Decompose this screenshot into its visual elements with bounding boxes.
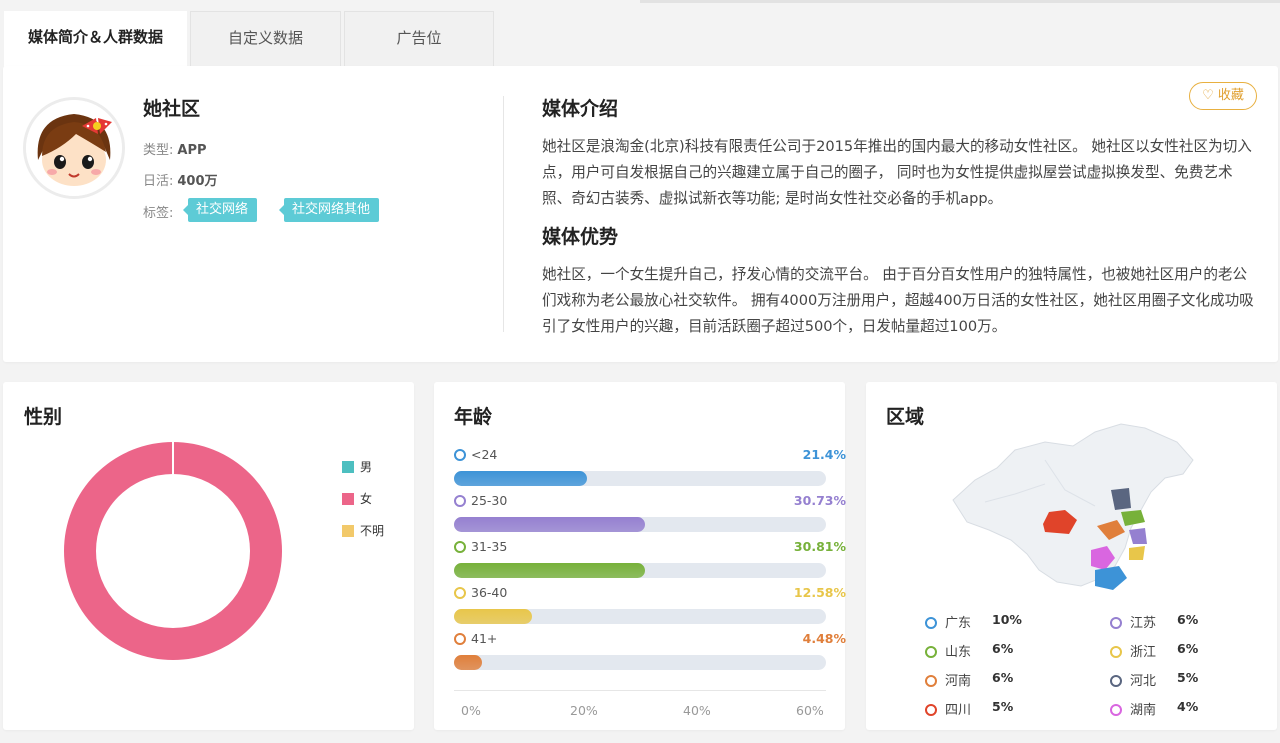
intro-text: 她社区是浪淘金(北京)科技有限责任公司于2015年推出的国内最大的移动女性社区。… (542, 138, 1252, 207)
age-label: 25-30 (454, 493, 507, 508)
circle-marker-icon (925, 675, 937, 687)
age-bar-track (454, 655, 826, 670)
advantage-title: 媒体优势 (542, 226, 619, 248)
region-legend-item[interactable]: 江苏 6% (1110, 612, 1198, 631)
vertical-divider (503, 96, 504, 332)
x-tick: 20% (570, 703, 598, 718)
legend-female[interactable]: 女 (342, 490, 372, 507)
region-legend-item[interactable]: 湖南 4% (1110, 699, 1198, 718)
region-jiangsu[interactable] (1129, 528, 1147, 544)
cartoon-girl-logo (26, 100, 122, 196)
age-bar[interactable] (454, 609, 532, 624)
circle-marker-icon (925, 617, 937, 629)
tab-media-profile[interactable]: 媒体简介＆人群数据 (4, 11, 187, 67)
age-bar[interactable] (454, 517, 645, 532)
age-bar[interactable] (454, 471, 587, 486)
media-name: 她社区 (143, 98, 201, 120)
region-legend-item[interactable]: 浙江 6% (1110, 641, 1198, 660)
age-title: 年龄 (454, 406, 493, 428)
region-shandong[interactable] (1121, 510, 1145, 526)
x-tick: 40% (683, 703, 711, 718)
china-map (952, 423, 1194, 590)
legend-swatch-unknown (342, 525, 354, 537)
age-value-label: 12.58% (793, 585, 846, 600)
age-card (434, 382, 845, 730)
advantage-text: 她社区，一个女生提升自己，抒发心情的交流平台。 由于百分百女性用户的独特属性，也… (542, 266, 1254, 335)
age-bar-track (454, 563, 826, 578)
circle-marker-icon (1110, 704, 1122, 716)
favorite-button[interactable]: ♡ 收藏 (1189, 82, 1257, 110)
age-label: 41+ (454, 631, 497, 646)
circle-marker-icon (454, 633, 466, 645)
legend-swatch-male (342, 461, 354, 473)
age-bar-track (454, 517, 826, 532)
circle-marker-icon (454, 541, 466, 553)
age-value-label: 21.4% (802, 447, 846, 462)
circle-marker-icon (925, 646, 937, 658)
tag-social-network-other[interactable]: 社交网络其他 (278, 198, 380, 222)
age-bar-track (454, 609, 826, 624)
circle-marker-icon (454, 449, 466, 461)
donut-slice[interactable] (64, 442, 282, 660)
top-divider (640, 0, 1280, 3)
circle-marker-icon (1110, 675, 1122, 687)
media-avatar (23, 97, 125, 199)
age-x-axis (454, 690, 826, 691)
region-legend-item[interactable]: 河北 5% (1110, 670, 1198, 689)
media-dau: 日活: 400万 (143, 174, 218, 189)
age-bar[interactable] (454, 655, 482, 670)
tags-label: 标签: (143, 206, 174, 221)
region-legend-item[interactable]: 四川 5% (925, 699, 1013, 718)
circle-marker-icon (454, 495, 466, 507)
region-guangdong[interactable] (1095, 566, 1127, 590)
age-label: 31-35 (454, 539, 507, 554)
region-legend-item[interactable]: 山东 6% (925, 641, 1013, 660)
x-tick: 0% (461, 703, 481, 718)
region-legend-item[interactable]: 广东 10% (925, 612, 1022, 631)
heart-icon: ♡ (1202, 88, 1214, 103)
age-value-label: 30.81% (793, 539, 846, 554)
legend-male[interactable]: 男 (342, 458, 372, 475)
age-label: <24 (454, 447, 497, 462)
age-value-label: 4.48% (802, 631, 846, 646)
legend-unknown[interactable]: 不明 (342, 522, 384, 539)
age-value-label: 30.73% (793, 493, 846, 508)
gender-title: 性别 (24, 406, 63, 428)
age-bar-track (454, 471, 826, 486)
circle-marker-icon (1110, 617, 1122, 629)
region-title: 区域 (886, 406, 925, 428)
tag-social-network[interactable]: 社交网络 (182, 198, 258, 222)
tab-custom-data[interactable]: 自定义数据 (190, 11, 341, 66)
tab-ad-slots[interactable]: 广告位 (344, 11, 494, 66)
gender-donut-chart (64, 438, 282, 660)
circle-marker-icon (1110, 646, 1122, 658)
intro-title: 媒体介绍 (542, 98, 619, 120)
x-tick: 60% (796, 703, 824, 718)
age-label: 36-40 (454, 585, 507, 600)
region-zhejiang[interactable] (1129, 546, 1145, 560)
region-legend-item[interactable]: 河南 6% (925, 670, 1013, 689)
age-bar[interactable] (454, 563, 646, 578)
circle-marker-icon (925, 704, 937, 716)
media-type: 类型: APP (143, 143, 207, 158)
legend-swatch-female (342, 493, 354, 505)
circle-marker-icon (454, 587, 466, 599)
